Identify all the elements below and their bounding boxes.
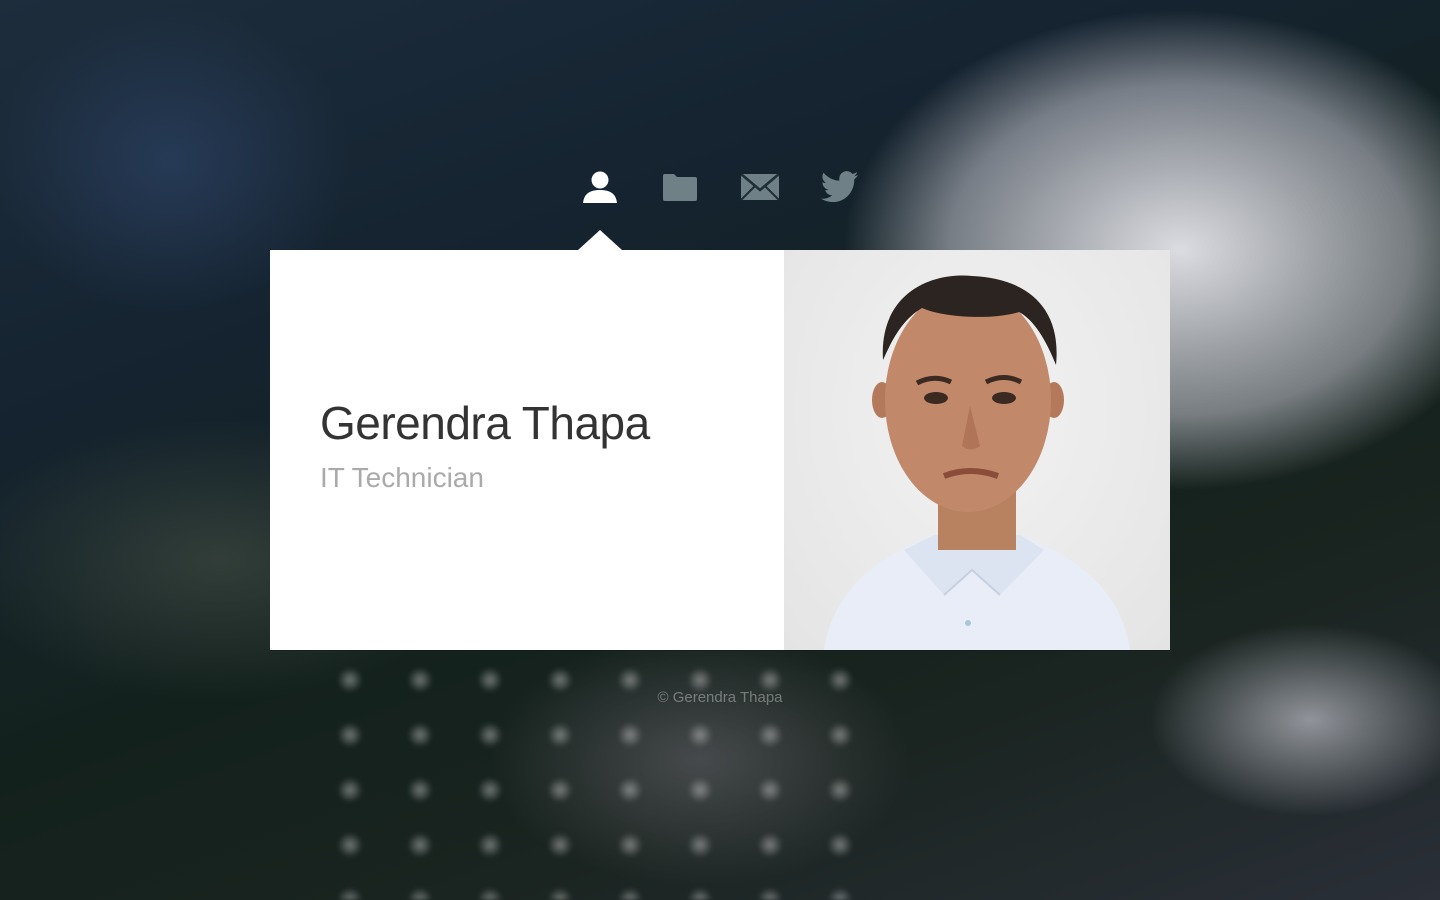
mail-icon (740, 173, 780, 201)
folder-icon (663, 174, 697, 201)
nav-item-profile[interactable] (560, 160, 640, 214)
portrait-image (824, 275, 1130, 650)
profile-title: IT Technician (320, 462, 484, 493)
profile-photo (784, 250, 1170, 650)
nav-item-portfolio[interactable] (640, 160, 720, 214)
twitter-icon (821, 171, 859, 203)
user-icon (583, 171, 617, 203)
profile-info: Gerendra Thapa IT Technician (270, 250, 784, 650)
nav-item-contact[interactable] (720, 160, 800, 214)
profile-name: Gerendra Thapa (320, 397, 650, 449)
main-nav (560, 160, 880, 220)
active-nav-pointer (578, 230, 622, 250)
footer-copyright: © Gerendra Thapa (657, 689, 783, 706)
background-keyboard (320, 650, 880, 900)
profile-card: Gerendra Thapa IT Technician (270, 250, 1170, 650)
nav-item-twitter[interactable] (800, 160, 880, 214)
